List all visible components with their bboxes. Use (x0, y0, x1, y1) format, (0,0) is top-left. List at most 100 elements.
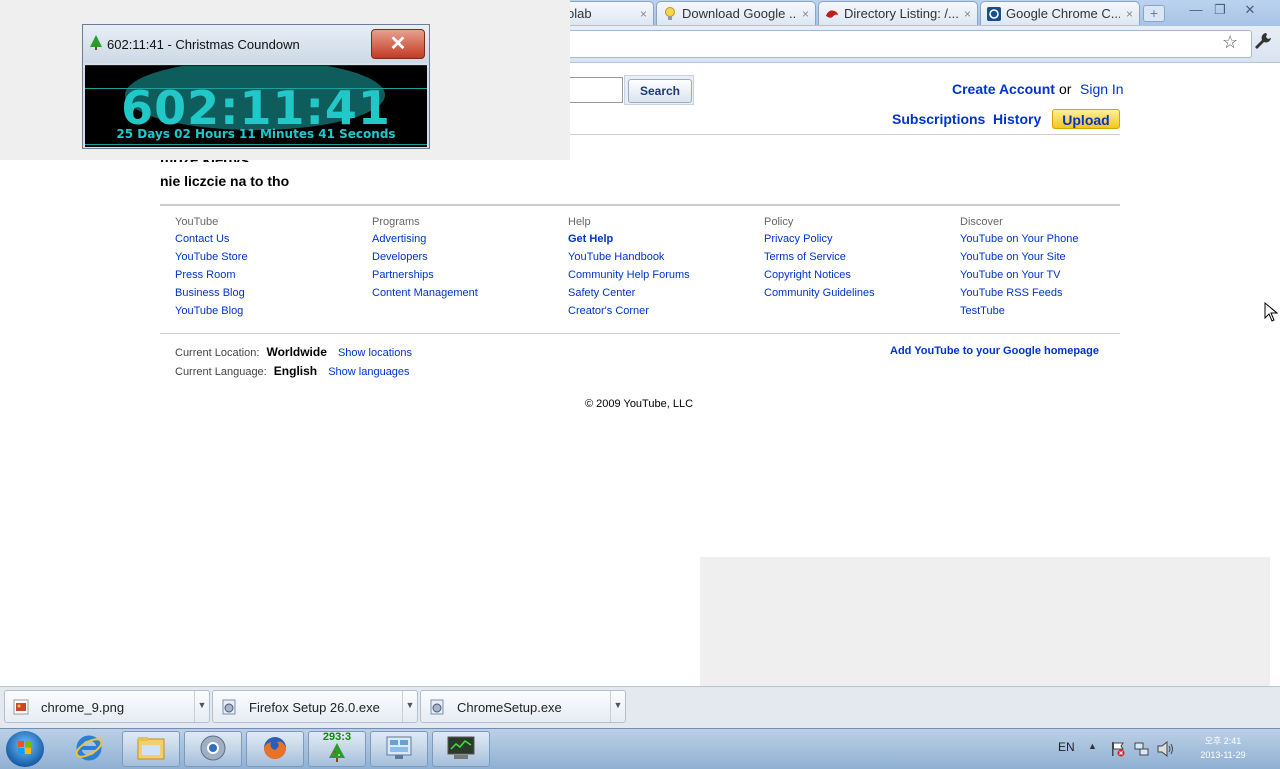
new-tab-button[interactable]: + (1143, 5, 1165, 22)
tab-close-icon[interactable]: × (802, 7, 809, 21)
tab-close-icon[interactable]: × (1126, 7, 1133, 21)
search-button[interactable]: Search (628, 79, 692, 103)
control-panel-button[interactable] (370, 731, 428, 767)
download-name: Firefox Setup 26.0.exe (249, 700, 380, 715)
footer-link[interactable]: YouTube on Your TV (960, 269, 1078, 287)
dropdown-arrow-icon[interactable]: ▼ (610, 691, 625, 722)
footer-heading: YouTube (175, 216, 219, 228)
dropdown-arrow-icon[interactable]: ▼ (194, 691, 209, 722)
footer-heading: Programs (372, 216, 420, 228)
footer-link[interactable]: Content Management (372, 287, 478, 305)
footer-link[interactable]: YouTube Handbook (568, 251, 690, 269)
dropdown-arrow-icon[interactable]: ▼ (402, 691, 417, 722)
mouse-pointer-icon (1264, 301, 1279, 325)
tab-olab[interactable]: olab × (560, 1, 654, 25)
start-button[interactable] (6, 731, 44, 767)
tab-close-icon[interactable]: × (964, 7, 971, 21)
taskbar: 293:3 EN ▲ 오후 2:41 2013-11-29 (0, 728, 1280, 769)
countdown-display: 602:11:41 25 Days 02 Hours 11 Minutes 41… (85, 65, 427, 147)
internet-explorer-button[interactable] (60, 731, 118, 767)
download-item[interactable]: ChromeSetup.exe ▼ (420, 690, 626, 723)
add-to-google-homepage-link[interactable]: Add YouTube to your Google homepage (890, 345, 1099, 357)
footer-link[interactable]: YouTube Blog (175, 305, 248, 323)
footer-link[interactable]: Get Help (568, 233, 690, 251)
restore-icon[interactable]: ❐ (1210, 2, 1230, 18)
clock-time: 오후 2:41 (1204, 736, 1242, 746)
footer-link[interactable]: Partnerships (372, 269, 478, 287)
create-account-link[interactable]: Create Account (952, 81, 1055, 97)
footer-column-discover: Discover YouTube on Your Phone YouTube o… (960, 216, 1078, 323)
red-bird-icon (825, 7, 839, 21)
footer-link[interactable]: Developers (372, 251, 478, 269)
download-shelf: chrome_9.png ▼ Firefox Setup 26.0.exe ▼ … (0, 686, 1280, 729)
system-clock[interactable]: 오후 2:41 2013-11-29 (1186, 734, 1260, 762)
footer-link[interactable]: Terms of Service (764, 251, 875, 269)
windows-logo-icon (18, 741, 31, 754)
footer-column-programs: Programs Advertising Developers Partners… (372, 216, 478, 305)
christmas-tree-icon (89, 35, 103, 54)
countdown-titlebar[interactable]: 602:11:41 - Christmas Coundown ✕ (83, 25, 429, 63)
volume-icon[interactable] (1157, 740, 1175, 760)
tab-label: Directory Listing: /... (844, 6, 958, 21)
download-item[interactable]: Firefox Setup 26.0.exe ▼ (212, 690, 418, 723)
language-indicator[interactable]: EN (1058, 740, 1075, 754)
firefox-button[interactable] (246, 731, 304, 767)
tray-expand-icon[interactable]: ▲ (1088, 741, 1097, 751)
tab-download-google[interactable]: Download Google ... × (656, 1, 816, 25)
footer-link[interactable]: Business Blog (175, 287, 248, 305)
chrome-button[interactable] (184, 731, 242, 767)
header-divider (560, 134, 1120, 135)
explorer-button[interactable] (122, 731, 180, 767)
footer-link[interactable]: TestTube (960, 305, 1078, 323)
footer-heading: Policy (764, 216, 794, 228)
chrome-blue-icon (987, 6, 1001, 21)
language-label: Current Language: (175, 366, 267, 378)
download-item[interactable]: chrome_9.png ▼ (4, 690, 210, 723)
footer-link[interactable]: Contact Us (175, 233, 248, 251)
footer-link[interactable]: Press Room (175, 269, 248, 287)
wrench-menu-icon[interactable] (1254, 32, 1272, 55)
image-file-icon (13, 699, 29, 715)
footer-link[interactable]: Community Guidelines (764, 287, 875, 305)
download-name: chrome_9.png (41, 700, 125, 715)
countdown-window[interactable]: 602:11:41 - Christmas Coundown ✕ 602:11:… (82, 24, 430, 149)
footer-link[interactable]: Copyright Notices (764, 269, 875, 287)
location-label: Current Location: (175, 347, 260, 359)
action-center-flag-icon[interactable] (1110, 741, 1126, 760)
show-languages-link[interactable]: Show languages (328, 366, 409, 378)
christmas-countdown-button[interactable]: 293:3 (308, 731, 366, 767)
internet-explorer-icon (75, 734, 103, 765)
tab-google-chrome[interactable]: Google Chrome C... × (980, 1, 1140, 25)
download-name: ChromeSetup.exe (457, 700, 562, 715)
footer-link[interactable]: Creator's Corner (568, 305, 690, 323)
history-link[interactable]: History (993, 111, 1041, 127)
footer-divider (160, 333, 1120, 334)
show-locations-link[interactable]: Show locations (338, 347, 412, 359)
sign-in-link[interactable]: Sign In (1080, 81, 1124, 97)
location-row: Current Location: Worldwide Show locatio… (175, 345, 412, 359)
countdown-detail: 25 Days 02 Hours 11 Minutes 41 Seconds (116, 127, 396, 141)
search-button-frame: Search (624, 75, 694, 105)
footer-link[interactable]: Safety Center (568, 287, 690, 305)
footer-link[interactable]: YouTube on Your Site (960, 251, 1078, 269)
monitor-app-button[interactable] (432, 731, 490, 767)
upload-button[interactable]: Upload (1052, 109, 1120, 129)
address-bar[interactable] (560, 30, 1252, 58)
display-line (85, 144, 427, 145)
footer-link[interactable]: Advertising (372, 233, 478, 251)
footer-link[interactable]: YouTube Store (175, 251, 248, 269)
footer-link[interactable]: YouTube on Your Phone (960, 233, 1078, 251)
subscriptions-link[interactable]: Subscriptions (892, 111, 985, 127)
or-text: or (1059, 81, 1072, 97)
bookmark-star-icon[interactable]: ☆ (1222, 32, 1238, 53)
network-icon[interactable] (1134, 741, 1150, 760)
minimize-icon[interactable]: — (1186, 2, 1206, 18)
tab-directory-listing[interactable]: Directory Listing: /... × (818, 1, 978, 25)
close-window-icon[interactable]: ✕ (1240, 2, 1260, 18)
tab-close-icon[interactable]: × (640, 7, 647, 21)
footer-link[interactable]: YouTube RSS Feeds (960, 287, 1078, 305)
footer-link[interactable]: Community Help Forums (568, 269, 690, 287)
close-icon[interactable]: ✕ (371, 29, 425, 59)
language-row: Current Language: English Show languages (175, 364, 410, 378)
footer-link[interactable]: Privacy Policy (764, 233, 875, 251)
